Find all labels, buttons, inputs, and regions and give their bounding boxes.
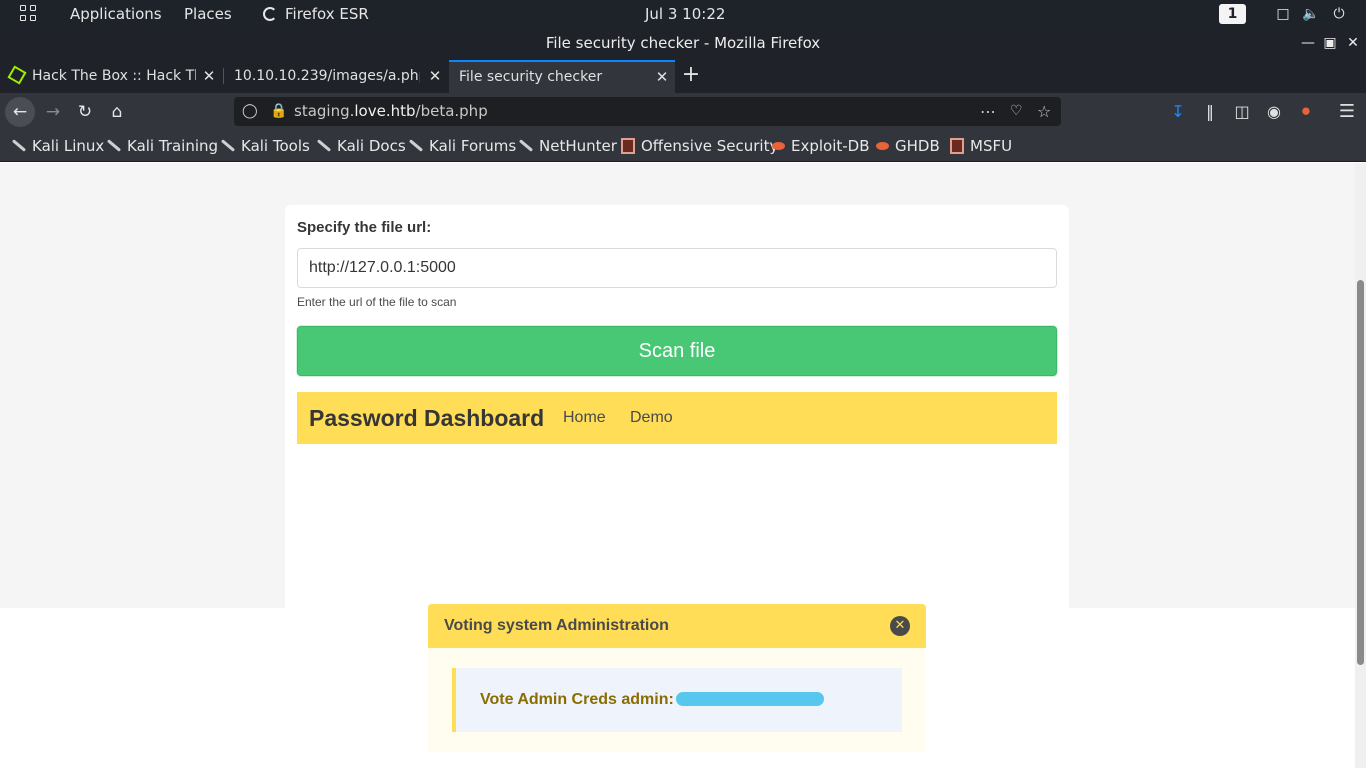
bookmark-msfu[interactable]: MSFU: [950, 130, 1012, 162]
active-app-menu[interactable]: Firefox ESR: [263, 0, 369, 28]
maximize-icon[interactable]: ▣: [1322, 28, 1338, 58]
window-title-bar: File security checker - Mozilla Firefox …: [0, 28, 1366, 58]
bookmark-nethunter[interactable]: NetHunter: [518, 130, 617, 162]
tab-hack-the-box[interactable]: Hack The Box :: Hack The ✕: [0, 60, 222, 93]
minimize-icon[interactable]: —: [1300, 28, 1316, 58]
page-content: Specify the file url: http://127.0.0.1:5…: [0, 163, 1355, 768]
ghdb-icon: [876, 142, 889, 150]
clock[interactable]: Jul 3 10:22: [645, 0, 725, 28]
exploit-db-icon: [772, 142, 785, 150]
notification-message: Vote Admin Creds admin:: [480, 668, 824, 732]
places-menu[interactable]: Places: [184, 0, 232, 28]
extension-icon[interactable]: ⚫: [1292, 97, 1320, 127]
kali-dragon-icon: [11, 139, 27, 152]
nav-demo-link[interactable]: Demo: [630, 392, 673, 444]
nav-home-link[interactable]: Home: [563, 392, 606, 444]
notification-header: Voting system Administration ✕: [428, 604, 926, 648]
address-bar[interactable]: ◯ 🔒 staging.love.htb/beta.php ⋯ ♡ ☆: [234, 97, 1061, 126]
kali-dragon-icon: [106, 139, 122, 152]
bookmark-kali-tools[interactable]: Kali Tools: [220, 130, 310, 162]
volume-icon[interactable]: 🔈: [1302, 6, 1319, 22]
close-notification-icon[interactable]: ✕: [890, 616, 910, 636]
offsec-icon: [621, 138, 635, 154]
workspace-indicator[interactable]: 1: [1219, 4, 1246, 24]
kali-dragon-icon: [316, 139, 332, 152]
kali-dragon-icon: [220, 139, 236, 152]
downloads-icon[interactable]: ↧: [1164, 97, 1192, 127]
home-button[interactable]: ⌂: [102, 97, 132, 127]
notification-title: Voting system Administration: [444, 617, 669, 634]
scan-card: Specify the file url: http://127.0.0.1:5…: [285, 205, 1069, 608]
system-top-bar: Applications Places Firefox ESR Jul 3 10…: [0, 0, 1366, 28]
scan-file-button[interactable]: Scan file: [297, 326, 1057, 376]
scrollbar-thumb[interactable]: [1357, 280, 1364, 665]
bookmark-offensive-security[interactable]: Offensive Security: [621, 130, 778, 162]
notification-message-box: Vote Admin Creds admin:: [452, 668, 902, 732]
tracking-shield-icon[interactable]: ◯: [242, 97, 258, 126]
forward-button[interactable]: →: [38, 97, 68, 127]
bookmark-kali-training[interactable]: Kali Training: [106, 130, 218, 162]
htb-cube-icon: [7, 65, 27, 85]
display-icon[interactable]: □: [1275, 6, 1291, 22]
bookmark-kali-linux[interactable]: Kali Linux: [11, 130, 104, 162]
library-icon[interactable]: ‖: [1196, 97, 1224, 127]
file-url-input[interactable]: http://127.0.0.1:5000: [297, 248, 1057, 288]
close-tab-icon[interactable]: ✕: [202, 60, 216, 93]
insecure-lock-icon[interactable]: 🔒: [270, 97, 287, 126]
bookmarks-toolbar: Kali Linux Kali Training Kali Tools Kali…: [0, 130, 1366, 162]
navigation-toolbar: ← → ↻ ⌂ ◯ 🔒 staging.love.htb/beta.php ⋯ …: [0, 93, 1366, 130]
page-scrollbar[interactable]: [1355, 163, 1366, 768]
page-actions-icon[interactable]: ⋯: [980, 97, 996, 126]
bookmark-kali-forums[interactable]: Kali Forums: [408, 130, 516, 162]
account-icon[interactable]: ◉: [1260, 97, 1288, 127]
applications-menu[interactable]: Applications: [70, 0, 162, 28]
bookmark-ghdb[interactable]: GHDB: [876, 130, 940, 162]
tab-images-a-php[interactable]: 10.10.10.239/images/a.php? ✕: [224, 60, 448, 93]
kali-dragon-icon: [408, 139, 424, 152]
new-tab-button[interactable]: +: [680, 58, 702, 93]
file-url-label: Specify the file url:: [297, 219, 432, 236]
bookmark-exploit-db[interactable]: Exploit-DB: [772, 130, 870, 162]
firefox-icon: [263, 7, 277, 21]
reload-button[interactable]: ↻: [70, 97, 100, 127]
app-grid-icon[interactable]: [20, 5, 38, 23]
close-tab-icon[interactable]: ✕: [428, 60, 442, 93]
redacted-password: [675, 692, 824, 706]
close-tab-icon[interactable]: ✕: [655, 62, 669, 93]
power-icon[interactable]: ⏻: [1331, 6, 1347, 22]
dashboard-navbar: Password Dashboard Home Demo: [297, 392, 1057, 444]
bookmark-star-icon[interactable]: ☆: [1037, 97, 1051, 126]
sidebar-icon[interactable]: ◫: [1228, 97, 1256, 127]
window-title: File security checker - Mozilla Firefox: [545, 34, 821, 52]
bookmark-kali-docs[interactable]: Kali Docs: [316, 130, 406, 162]
msfu-icon: [950, 138, 964, 154]
pocket-icon[interactable]: ♡: [1010, 97, 1023, 126]
url-text[interactable]: staging.love.htb/beta.php: [294, 97, 488, 126]
tab-file-security-checker[interactable]: File security checker ✕: [449, 60, 675, 93]
dashboard-brand[interactable]: Password Dashboard: [309, 392, 544, 444]
admin-notification: Voting system Administration ✕ Vote Admi…: [428, 604, 926, 752]
menu-hamburger-icon[interactable]: ☰: [1333, 97, 1361, 127]
back-button[interactable]: ←: [5, 97, 35, 127]
kali-dragon-icon: [518, 139, 534, 152]
file-url-help: Enter the url of the file to scan: [297, 295, 457, 309]
close-window-icon[interactable]: ✕: [1345, 28, 1361, 58]
